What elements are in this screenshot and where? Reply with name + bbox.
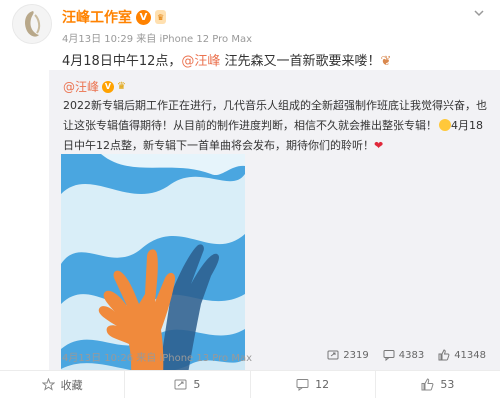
favorite-button[interactable]: 收藏 xyxy=(0,371,126,398)
avatar-icon xyxy=(13,5,51,43)
like-count: 41348 xyxy=(454,349,486,361)
post-text-prefix: 4月18日中午12点， xyxy=(62,54,182,69)
comment-icon xyxy=(383,350,395,361)
post-text-suffix: 汪先森又一首新歌要来喽！ xyxy=(220,54,381,69)
repost-timestamp[interactable]: 4月13日 10:26 xyxy=(62,353,133,364)
repost-count: 2319 xyxy=(343,349,369,361)
repost-author[interactable]: @汪峰 xyxy=(63,78,99,95)
like-count-button[interactable]: 41348 xyxy=(438,349,486,361)
repost-button-count: 5 xyxy=(193,378,201,391)
verified-v-icon: V xyxy=(102,80,115,93)
emoji-icon: ❦ xyxy=(380,54,392,69)
repost-footer: 4月13日 10:26 来自 iPhone 13 Pro Max 2319 43… xyxy=(62,349,500,364)
comment-icon xyxy=(296,379,309,391)
post-meta: 4月13日 10:29 来自 iPhone 12 Pro Max xyxy=(62,30,252,45)
repost-stats: 2319 4383 41348 xyxy=(327,349,486,361)
mention-link[interactable]: @汪峰 xyxy=(181,54,220,69)
repost-meta: 4月13日 10:26 来自 iPhone 13 Pro Max xyxy=(62,349,252,364)
repost-button[interactable]: 5 xyxy=(125,371,251,398)
author-line: 汪峰工作室 V ♛ xyxy=(62,7,167,27)
weibo-post: 汪峰工作室 V ♛ 4月13日 10:29 来自 iPhone 12 Pro M… xyxy=(0,0,500,398)
repost-block[interactable]: @汪峰 V ♛ 2022新专辑后期工作正在进行，几代音乐人组成的全新超强制作班底… xyxy=(49,70,500,398)
post-text: 4月18日中午12点，@汪峰 汪先森又一首新歌要来喽！❦ xyxy=(62,50,391,69)
crown-icon: ♛ xyxy=(117,81,126,92)
share-icon xyxy=(174,379,187,390)
repost-source: 来自 iPhone 13 Pro Max xyxy=(136,353,253,364)
comment-count: 4383 xyxy=(398,349,425,361)
repost-text-part1: 2022新专辑后期工作正在进行，几代音乐人组成的全新超强制作班底让我觉得兴奋，也… xyxy=(63,99,487,132)
comment-count-button[interactable]: 4383 xyxy=(383,349,424,361)
smiley-icon xyxy=(439,119,451,131)
comment-button-count: 12 xyxy=(315,378,330,391)
repost-author-line: @汪峰 V ♛ xyxy=(63,78,126,95)
post-timestamp[interactable]: 4月13日 10:29 xyxy=(62,34,133,45)
vip-badge-icon: ♛ xyxy=(155,10,167,24)
repost-count-button[interactable]: 2319 xyxy=(327,349,369,361)
verified-v-icon: V xyxy=(136,9,151,25)
comment-button[interactable]: 12 xyxy=(251,371,376,398)
repost-text: 2022新专辑后期工作正在进行，几代音乐人组成的全新超强制作班底让我觉得兴奋，也… xyxy=(63,96,493,156)
share-icon xyxy=(327,350,339,360)
chevron-down-icon[interactable] xyxy=(472,6,486,23)
like-button-count: 53 xyxy=(440,378,455,391)
star-icon xyxy=(41,378,55,391)
author-name[interactable]: 汪峰工作室 xyxy=(62,7,132,27)
thumbs-up-icon xyxy=(421,378,434,391)
avatar[interactable] xyxy=(12,4,52,44)
like-button[interactable]: 53 xyxy=(376,371,500,398)
favorite-label: 收藏 xyxy=(60,378,83,392)
post-source: 来自 iPhone 12 Pro Max xyxy=(136,34,253,45)
thumbs-up-icon xyxy=(438,349,450,361)
heart-icon: ❤ xyxy=(374,139,384,152)
action-bar: 收藏 5 12 53 xyxy=(0,370,500,398)
